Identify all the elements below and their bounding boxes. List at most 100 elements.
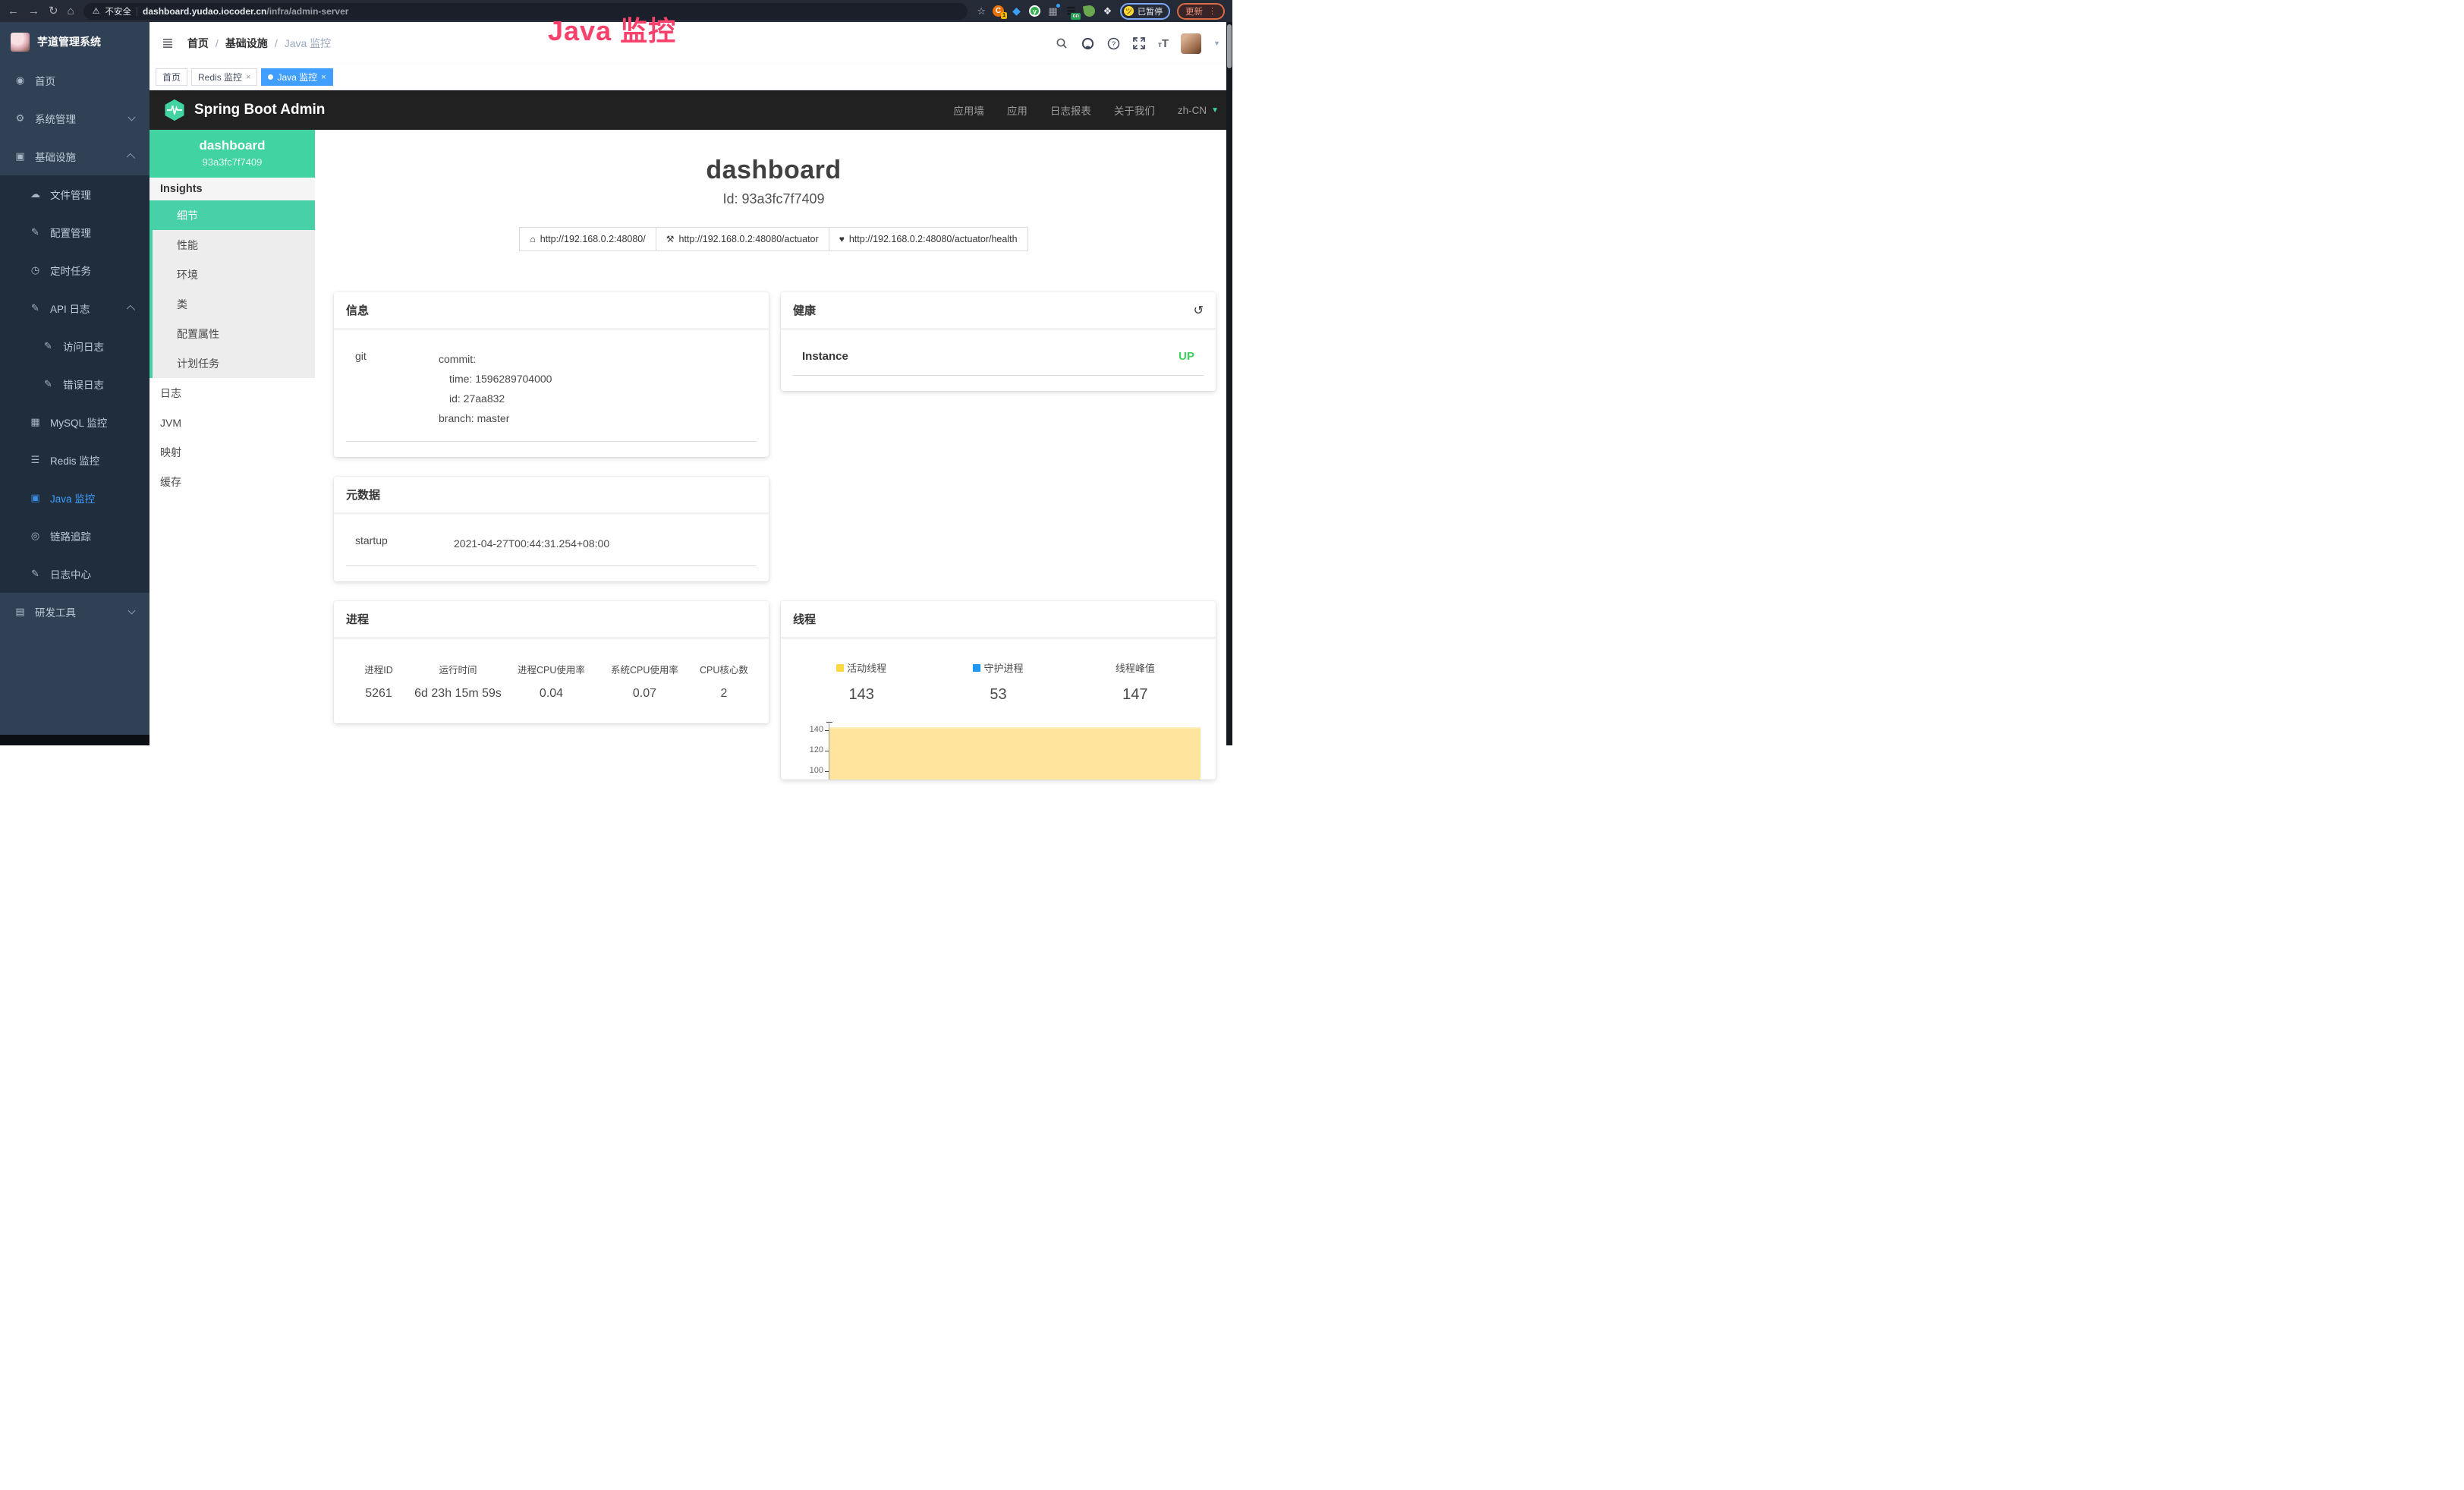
briefcase-icon: ▤ [14,606,26,618]
sidebar-item-mysql[interactable]: ▦ MySQL 监控 [0,403,149,441]
help-icon[interactable]: ? [1106,36,1120,50]
sba-nav-applications[interactable]: 应用 [1007,102,1027,118]
sba-item-details[interactable]: 细节 [153,200,315,230]
window-bottom-edge [0,735,149,745]
fullscreen-icon[interactable] [1132,36,1146,50]
service-url-button[interactable]: ⌂ http://192.168.0.2:48080/ [519,227,656,251]
sba-item-metrics[interactable]: 性能 [153,230,315,260]
sidebar-item-log-center[interactable]: ✎ 日志中心 [0,555,149,593]
emoji-avatar: ツ [1124,6,1134,16]
sba-item-environment[interactable]: 环境 [153,260,315,289]
list-extension-icon[interactable]: ☰on [1065,5,1077,17]
health-url-button[interactable]: ♥ http://192.168.0.2:48080/actuator/heal… [829,227,1028,251]
sba-brand[interactable]: Spring Boot Admin [163,99,325,121]
notification-dot [1056,4,1060,8]
leaf-extension-icon[interactable] [1083,5,1096,17]
browser-menu-icon[interactable]: ⋮ [1208,6,1216,16]
sidebar-item-system[interactable]: ⚙ 系统管理 [0,99,149,137]
instance-label: Instance [802,350,848,363]
sidebar-logo-row[interactable]: 芋道管理系统 [0,22,149,61]
threads-chart: 140 120 100 [793,720,1204,780]
address-bar[interactable]: ⚠ 不安全 dashboard.yudao.iocoder.cn/infra/a… [83,3,968,20]
process-col-pid: 进程ID [346,662,411,676]
sba-item-logs[interactable]: 日志 [149,378,315,408]
chevron-down-icon [128,114,136,121]
sba-instance-header[interactable]: dashboard 93a3fc7f7409 [149,130,315,178]
sba-item-scheduled-tasks[interactable]: 计划任务 [153,348,315,378]
forward-icon[interactable]: → [28,5,39,17]
sidebar-item-home[interactable]: ◉ 首页 [0,61,149,99]
sba-main: dashboard Id: 93a3fc7f7409 ⌂ http://192.… [315,130,1232,745]
breadcrumb: 首页 / 基础设施 / Java 监控 [187,36,331,51]
gear-icon: ⚙ [14,112,26,124]
sba-instance-id: 93a3fc7f7409 [149,156,315,168]
user-avatar[interactable] [1181,33,1201,54]
active-dot [268,74,273,80]
breadcrumb-home[interactable]: 首页 [187,36,209,51]
sidebar-item-config[interactable]: ✎ 配置管理 [0,213,149,251]
sba-item-mappings[interactable]: 映射 [149,437,315,467]
url-host: dashboard.yudao.iocoder.cn [143,6,266,17]
sba-group-insights[interactable]: Insights [149,178,315,200]
actuator-url-button[interactable]: ⚒ http://192.168.0.2:48080/actuator [656,227,829,251]
sba-navbar: Spring Boot Admin 应用墙 应用 日志报表 关于我们 zh-CN… [149,90,1232,130]
extensions-puzzle-icon[interactable]: ❖ [1102,5,1113,17]
tab-java-monitor[interactable]: Java 监控 × [261,68,332,86]
github-icon[interactable] [1081,36,1094,50]
extension-icon[interactable]: C1 [993,5,1004,17]
bookmark-star-icon[interactable]: ☆ [977,5,986,17]
reload-icon[interactable]: ↻ [49,5,58,17]
sidebar-item-java-monitor[interactable]: ▣ Java 监控 [0,479,149,517]
profile-paused-chip[interactable]: ツ 已暂停 [1120,3,1170,20]
sidebar-collapse-icon[interactable]: ≣ [162,35,174,52]
tab-redis-monitor[interactable]: Redis 监控 × [191,68,257,86]
edit-icon: ✎ [42,340,54,352]
tab-home[interactable]: 首页 [156,68,187,86]
svg-text:?: ? [1111,40,1115,49]
sba-item-classes[interactable]: 类 [153,289,315,319]
sidebar-item-files[interactable]: ☁ 文件管理 [0,175,149,213]
sba-nav-about[interactable]: 关于我们 [1114,102,1155,118]
home-icon[interactable]: ⌂ [68,5,74,17]
update-button[interactable]: 更新 ⋮ [1177,3,1225,20]
sidebar-item-jobs[interactable]: ◷ 定时任务 [0,251,149,289]
breadcrumb-infra[interactable]: 基础设施 [225,36,268,51]
history-icon[interactable]: ↺ [1194,303,1204,318]
app-logo [11,33,30,52]
sba-nav-journal[interactable]: 日志报表 [1050,102,1091,118]
git-commit-line: commit: [439,350,754,370]
sidebar-item-tracing[interactable]: ◎ 链路追踪 [0,517,149,555]
url-path: /infra/admin-server [266,6,348,17]
back-icon[interactable]: ← [8,5,19,17]
y-tick-100: 100 [793,766,823,775]
font-size-icon[interactable]: тT [1158,37,1169,50]
y-tick-140: 140 [793,725,823,734]
search-icon[interactable] [1055,36,1068,50]
vpn-extension-icon[interactable]: ◆ [1011,5,1022,17]
process-cores-value: 2 [691,687,757,701]
sidebar-item-dev-tools[interactable]: ▤ 研发工具 [0,593,149,631]
process-panel: 进程 进程ID 5261 运行时间 6d 23h 15m 59s [334,601,769,723]
sba-item-jvm[interactable]: JVM [149,408,315,437]
sidebar-item-error-log[interactable]: ✎ 错误日志 [0,365,149,403]
heartbeat-icon: ♥ [839,234,845,244]
avatar-caret-icon[interactable]: ▼ [1213,39,1220,47]
scrollbar-thumb[interactable] [1227,24,1232,68]
sidebar-item-access-log[interactable]: ✎ 访问日志 [0,327,149,365]
info-key: git [355,350,439,429]
sidebar-item-infra[interactable]: ▣ 基础设施 [0,137,149,175]
close-icon[interactable]: × [246,73,250,82]
metadata-panel-title: 元数据 [346,487,380,502]
close-icon[interactable]: × [321,73,326,82]
page-scrollbar[interactable] [1226,22,1232,745]
sba-nav-wallboard[interactable]: 应用墙 [953,102,984,118]
sidebar-item-redis[interactable]: ☰ Redis 监控 [0,441,149,479]
sidebar-item-api-log[interactable]: ✎ API 日志 [0,289,149,327]
sba-item-config-props[interactable]: 配置属性 [153,319,315,348]
home-icon: ⌂ [530,234,535,244]
metadata-panel: 元数据 startup 2021-04-27T00:44:31.254+08:0… [334,477,769,582]
sba-language-select[interactable]: zh-CN ▼ [1178,105,1219,116]
grid-extension-icon[interactable]: ▦ [1047,5,1059,17]
y-extension-icon[interactable]: y [1029,5,1040,17]
sba-item-caches[interactable]: 缓存 [149,467,315,496]
